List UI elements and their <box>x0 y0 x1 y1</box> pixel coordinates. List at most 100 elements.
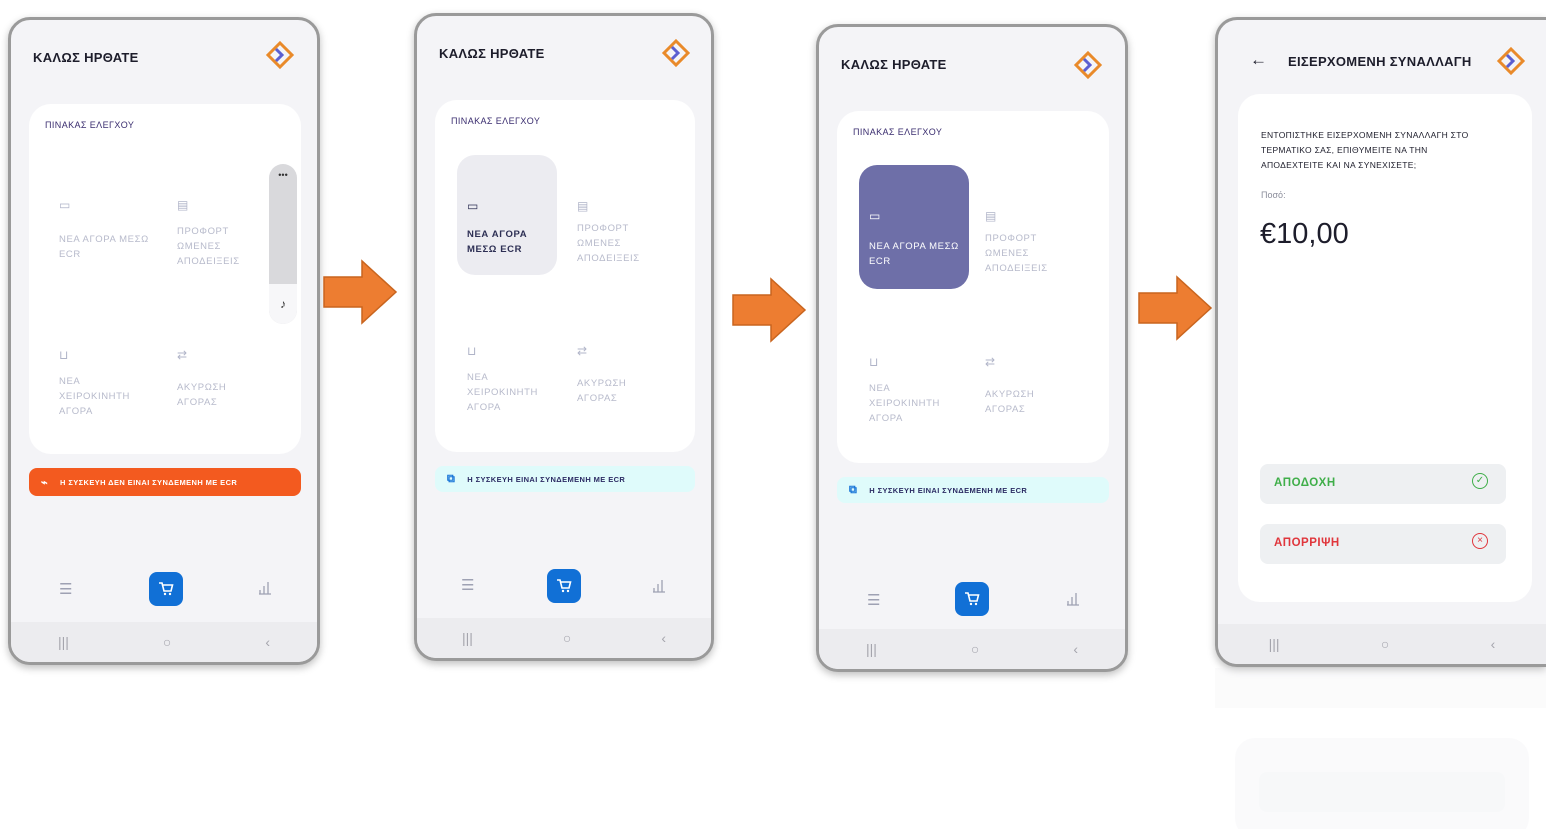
tile-label: ΑΚΥΡΩΣΗ ΑΓΟΡΑΣ <box>985 389 1035 415</box>
cart-icon <box>965 592 980 606</box>
home-button[interactable]: ○ <box>1381 636 1389 652</box>
tile-label: ΠΡΟΦΟΡΤ ΩΜΕΝΕΣ ΑΠΟΔΕΙΞΕΙΣ <box>985 233 1048 274</box>
back-button[interactable]: ‹ <box>1073 641 1078 657</box>
system-nav-bar: ||| ○ ‹ <box>819 629 1125 669</box>
accept-button[interactable]: ΑΠΟΔΟΧΗ ✓ <box>1260 464 1506 504</box>
tile-label: ΝΕΑ ΧΕΙΡΟΚΙΝΗΤΗ ΑΓΟΡΑ <box>59 376 130 417</box>
incoming-message: ΕΝΤΟΠΙΣΤΗΚΕ ΕΙΣΕΡΧΟΜΕΝΗ ΣΥΝΑΛΛΑΓΗ ΣΤΟ ΤΕ… <box>1261 130 1469 170</box>
tile-manual-purchase[interactable]: ⊔ ΝΕΑ ΧΕΙΡΟΚΙΝΗΤΗ ΑΓΟΡΑ <box>457 300 557 420</box>
device-vibrate-icon: ⧉ <box>849 483 858 496</box>
back-button[interactable]: ‹ <box>265 634 270 650</box>
back-button[interactable]: ‹ <box>1491 636 1496 652</box>
menu-icon[interactable]: ☰ <box>59 580 72 598</box>
home-button[interactable]: ○ <box>971 641 979 657</box>
page-title: ΚΑΛΩΣ ΗΡΘΑΤΕ <box>33 50 139 65</box>
accept-label: ΑΠΟΔΟΧΗ <box>1274 477 1336 489</box>
menu-icon[interactable]: ☰ <box>461 576 474 594</box>
amount-label: Ποσό: <box>1261 190 1286 200</box>
status-text: Η ΣΥΣΚΕΥΗ ΔΕΝ ΕΙΝΑΙ ΣΥΝΔΕΜΕΝΗ ΜΕ ECR <box>60 477 238 487</box>
cart-nav-button[interactable] <box>547 569 581 603</box>
reflection-button <box>1259 772 1505 812</box>
incoming-transaction-card: ΕΝΤΟΠΙΣΤΗΚΕ ΕΙΣΕΡΧΟΜΕΝΗ ΣΥΝΑΛΛΑΓΗ ΣΤΟ ΤΕ… <box>1238 94 1532 602</box>
back-button[interactable]: ‹ <box>661 630 666 646</box>
home-button[interactable]: ○ <box>163 634 171 650</box>
stats-icon[interactable] <box>651 578 667 594</box>
recent-apps-button[interactable]: ||| <box>462 630 473 646</box>
recent-apps-button[interactable]: ||| <box>866 641 877 657</box>
bottom-nav: ☰ <box>11 568 317 618</box>
control-panel-card: ΠΙΝΑΚΑΣ ΕΛΕΓΧΟΥ ▭ ΝΕΑ ΑΓΟΡΑ ΜΕΣΩ ECR ▤ Π… <box>29 104 301 454</box>
cart-icon <box>557 579 572 593</box>
refresh-icon: ⇄ <box>577 344 588 358</box>
app-logo-icon <box>265 40 295 70</box>
control-panel-card: ΠΙΝΑΚΑΣ ΕΛΕΓΧΟΥ ▭ ΝΕΑ ΑΓΟΡΑ ΜΕΣΩ ECR ▤ Π… <box>435 100 695 452</box>
close-circle-icon: × <box>1472 533 1488 549</box>
tile-label: ΝΕΑ ΑΓΟΡΑ ΜΕΣΩ ECR <box>467 229 528 255</box>
page-title: ΚΑΛΩΣ ΗΡΘΑΤΕ <box>439 46 545 61</box>
tile-new-purchase-ecr[interactable]: ▭ ΝΕΑ ΑΓΟΡΑ ΜΕΣΩ ECR <box>49 154 149 274</box>
panel-title: ΠΙΝΑΚΑΣ ΕΛΕΓΧΟΥ <box>853 127 943 137</box>
ecr-status-banner: ⧉ Η ΣΥΣΚΕΥΗ ΕΙΝΑΙ ΣΥΝΔΕΜΕΝΗ ΜΕ ECR <box>435 466 695 492</box>
page-title: ΚΑΛΩΣ ΗΡΘΑΤΕ <box>841 57 947 72</box>
amount-value: €10,00 <box>1260 218 1349 250</box>
tile-manual-purchase[interactable]: ⊔ ΝΕΑ ΧΕΙΡΟΚΙΝΗΤΗ ΑΓΟΡΑ <box>859 311 959 431</box>
tile-cancel-purchase[interactable]: ⇄ ΑΚΥΡΩΣΗ ΑΓΟΡΑΣ <box>567 300 667 420</box>
phone-reflection <box>1215 668 1546 829</box>
recent-apps-button[interactable]: ||| <box>1269 636 1280 652</box>
refresh-icon: ⇄ <box>985 355 996 369</box>
reflection-sysbar <box>1215 668 1546 708</box>
stats-icon[interactable] <box>257 580 273 596</box>
system-nav-bar: ||| ○ ‹ <box>1218 624 1546 664</box>
system-nav-bar: ||| ○ ‹ <box>11 622 317 662</box>
bottom-nav: ☰ <box>417 564 711 614</box>
cart-nav-button[interactable] <box>955 582 989 616</box>
more-icon[interactable]: ••• <box>269 170 297 180</box>
receipt-icon: ▤ <box>985 209 997 223</box>
system-nav-bar: ||| ○ ‹ <box>417 618 711 658</box>
stats-icon[interactable] <box>1065 591 1081 607</box>
receipt-icon: ▤ <box>177 198 189 212</box>
tile-label: ΠΡΟΦΟΡΤ ΩΜΕΝΕΣ ΑΠΟΔΕΙΞΕΙΣ <box>577 223 640 264</box>
phone-screen-2: ΚΑΛΩΣ ΗΡΘΑΤΕ ΠΙΝΑΚΑΣ ΕΛΕΓΧΟΥ ▭ ΝΕΑ ΑΓΟΡΑ… <box>414 13 714 661</box>
app-logo-icon <box>1496 46 1526 76</box>
phone-screen-3: ΚΑΛΩΣ ΗΡΘΑΤΕ ΠΙΝΑΚΑΣ ΕΛΕΓΧΟΥ ▭ ΝΕΑ ΑΓΟΡΑ… <box>816 24 1128 672</box>
cart-icon <box>159 582 174 596</box>
wifi-off-icon: ⌁ <box>41 476 49 489</box>
panel-title: ΠΙΝΑΚΑΣ ΕΛΕΓΧΟΥ <box>451 116 541 126</box>
reject-button[interactable]: ΑΠΟΡΡΙΨΗ × <box>1260 524 1506 564</box>
bottom-nav: ☰ <box>819 579 1125 629</box>
tile-preloaded-receipts[interactable]: ▤ ΠΡΟΦΟΡΤ ΩΜΕΝΕΣ ΑΠΟΔΕΙΞΕΙΣ <box>567 155 667 275</box>
tile-cancel-purchase[interactable]: ⇄ ΑΚΥΡΩΣΗ ΑΓΟΡΑΣ <box>167 304 267 424</box>
recent-apps-button[interactable]: ||| <box>58 634 69 650</box>
flow-arrow-3 <box>1138 275 1213 341</box>
menu-icon[interactable]: ☰ <box>867 591 880 609</box>
cart-icon: ⊔ <box>59 348 69 362</box>
assistant-overlay[interactable]: ••• ♪ <box>269 164 297 324</box>
control-panel-card: ΠΙΝΑΚΑΣ ΕΛΕΓΧΟΥ ▭ ΝΕΑ ΑΓΟΡΑ ΜΕΣΩ ECR ▤ Π… <box>837 111 1109 463</box>
tile-cancel-purchase[interactable]: ⇄ ΑΚΥΡΩΣΗ ΑΓΟΡΑΣ <box>975 311 1075 431</box>
page-title: ΕΙΣΕΡΧΟΜΕΝΗ ΣΥΝΑΛΛΑΓΗ <box>1288 54 1472 69</box>
tile-label: ΝΕΑ ΑΓΟΡΑ ΜΕΣΩ ECR <box>869 241 959 267</box>
tile-new-purchase-ecr[interactable]: ▭ ΝΕΑ ΑΓΟΡΑ ΜΕΣΩ ECR <box>859 165 969 289</box>
tile-label: ΝΕΑ ΧΕΙΡΟΚΙΝΗΤΗ ΑΓΟΡΑ <box>869 383 940 424</box>
ecr-status-banner: ⧉ Η ΣΥΣΚΕΥΗ ΕΙΝΑΙ ΣΥΝΔΕΜΕΝΗ ΜΕ ECR <box>837 477 1109 503</box>
app-logo-icon <box>1073 50 1103 80</box>
devices-icon: ▭ <box>869 209 881 223</box>
devices-icon: ▭ <box>59 198 71 212</box>
home-button[interactable]: ○ <box>563 630 571 646</box>
phone-screen-1: ΚΑΛΩΣ ΗΡΘΑΤΕ ΠΙΝΑΚΑΣ ΕΛΕΓΧΟΥ ▭ ΝΕΑ ΑΓΟΡΑ… <box>8 17 320 665</box>
panel-title: ΠΙΝΑΚΑΣ ΕΛΕΓΧΟΥ <box>45 120 135 130</box>
device-vibrate-icon: ⧉ <box>447 472 456 485</box>
check-circle-icon: ✓ <box>1472 473 1488 489</box>
back-arrow-icon[interactable]: ← <box>1250 50 1267 70</box>
tile-preloaded-receipts[interactable]: ▤ ΠΡΟΦΟΡΤ ΩΜΕΝΕΣ ΑΠΟΔΕΙΞΕΙΣ <box>975 165 1075 285</box>
cart-nav-button[interactable] <box>149 572 183 606</box>
ecr-status-banner: ⌁ Η ΣΥΣΚΕΥΗ ΔΕΝ ΕΙΝΑΙ ΣΥΝΔΕΜΕΝΗ ΜΕ ECR <box>29 468 301 496</box>
sound-icon[interactable]: ♪ <box>269 284 297 324</box>
tile-preloaded-receipts[interactable]: ▤ ΠΡΟΦΟΡΤ ΩΜΕΝΕΣ ΑΠΟΔΕΙΞΕΙΣ <box>167 154 267 274</box>
refresh-icon: ⇄ <box>177 348 188 362</box>
tile-new-purchase-ecr[interactable]: ▭ ΝΕΑ ΑΓΟΡΑ ΜΕΣΩ ECR <box>457 155 557 275</box>
flow-arrow-1 <box>323 259 398 325</box>
tile-manual-purchase[interactable]: ⊔ ΝΕΑ ΧΕΙΡΟΚΙΝΗΤΗ ΑΓΟΡΑ <box>49 304 149 424</box>
reject-label: ΑΠΟΡΡΙΨΗ <box>1274 537 1340 549</box>
